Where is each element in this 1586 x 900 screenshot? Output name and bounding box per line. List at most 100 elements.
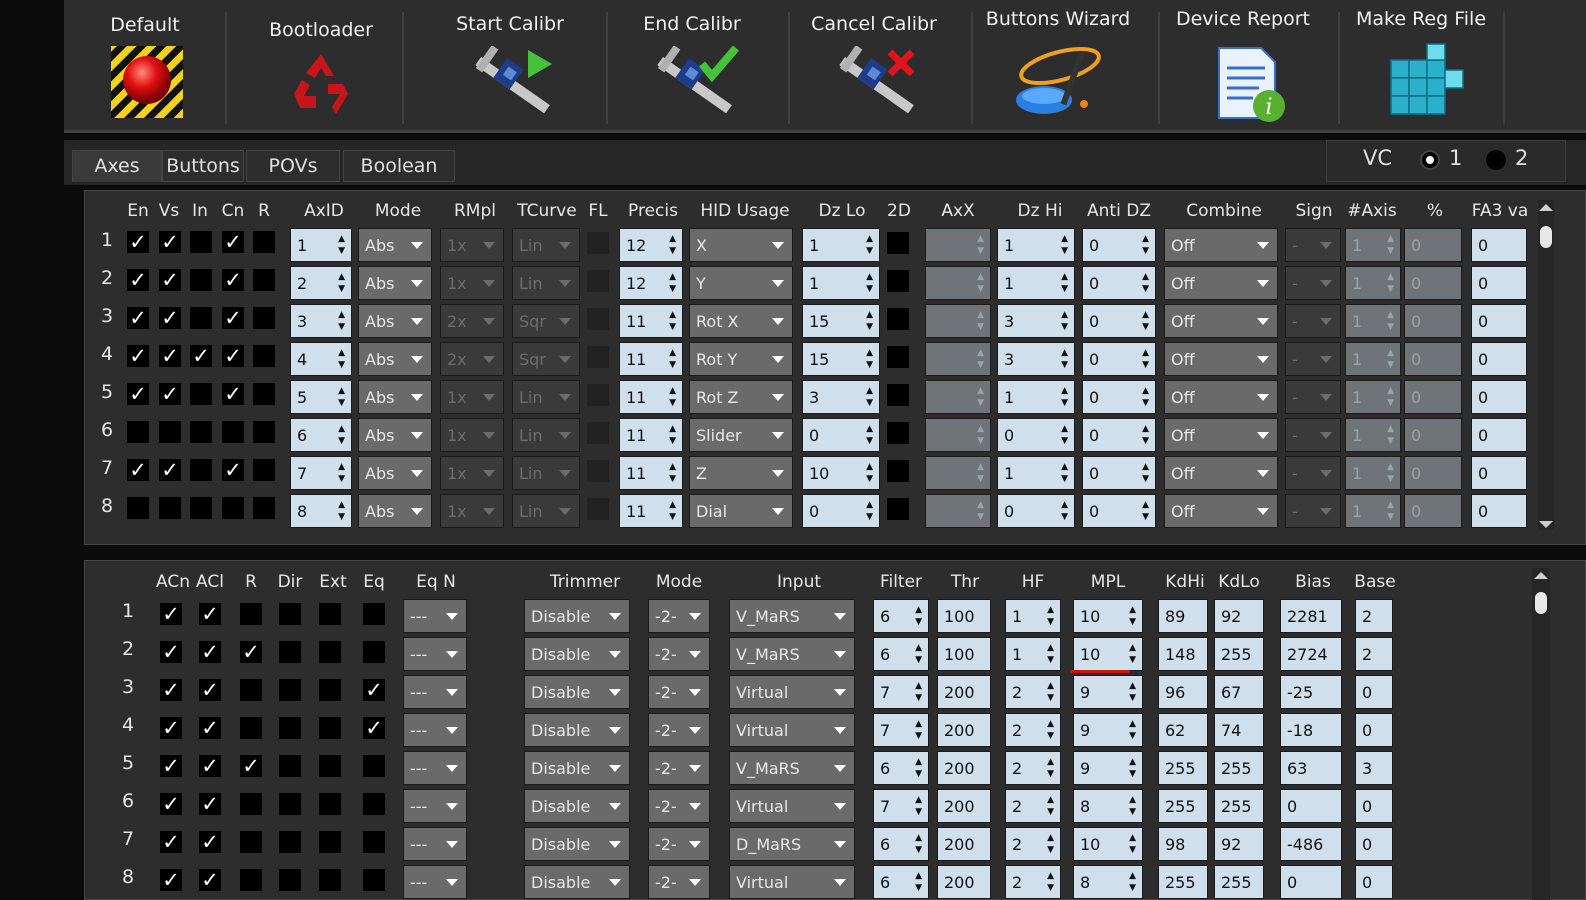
axis-rmpl-combo[interactable]: 1x <box>440 228 504 262</box>
source-ext-checkbox[interactable] <box>319 755 341 777</box>
axis-axx-spinner[interactable]: ▲ ▼ <box>925 456 991 490</box>
axis-axx-spinner[interactable]: ▲ ▼ <box>925 494 991 528</box>
axis-dz-lo-spinner[interactable]: 3 ▲ ▼ <box>802 380 880 414</box>
source-trimmer-combo[interactable]: Disable <box>524 637 630 671</box>
axis-combine-combo[interactable]: Off <box>1164 304 1278 338</box>
axis-hid-usage-combo[interactable]: Dial <box>689 494 793 528</box>
spin-arrows-icon[interactable]: ▲ ▼ <box>1142 309 1149 333</box>
axis-enable-checkbox[interactable]: ✓ <box>127 383 149 405</box>
source-mpl-spinner[interactable]: 10 ▲ ▼ <box>1073 599 1143 633</box>
spin-arrows-icon[interactable]: ▲ ▼ <box>669 347 676 371</box>
source-r-checkbox[interactable] <box>240 831 262 853</box>
spin-arrows-icon[interactable]: ▲ ▼ <box>338 461 345 485</box>
axis-fa3-field[interactable]: 0 <box>1471 228 1527 262</box>
source-mpl-spinner[interactable]: 8 ▲ ▼ <box>1073 789 1143 823</box>
source-kdhi-field[interactable]: 62 <box>1158 713 1208 747</box>
axis-id-spinner[interactable]: 8 ▲ ▼ <box>290 494 352 528</box>
spin-arrows-icon[interactable]: ▲ ▼ <box>1061 461 1068 485</box>
source-trimmer-combo[interactable]: Disable <box>524 599 630 633</box>
axis-2d-checkbox[interactable] <box>887 270 909 292</box>
source-dir-checkbox[interactable] <box>279 755 301 777</box>
axis-percent-field[interactable]: 0 <box>1404 456 1462 490</box>
axis-fa3-field[interactable]: 0 <box>1471 380 1527 414</box>
source-base-field[interactable]: 0 <box>1355 713 1393 747</box>
axis-precis-spinner[interactable]: 11 ▲ ▼ <box>619 456 683 490</box>
axis-vs-checkbox[interactable]: ✓ <box>159 459 181 481</box>
source-hf-spinner[interactable]: 2 ▲ ▼ <box>1005 675 1061 709</box>
source-mode-combo[interactable]: -2- <box>648 865 710 899</box>
source-acn-checkbox[interactable]: ✓ <box>160 603 182 625</box>
axis-id-spinner[interactable]: 6 ▲ ▼ <box>290 418 352 452</box>
source-filter-spinner[interactable]: 6 ▲ ▼ <box>873 599 929 633</box>
axis-center-checkbox[interactable]: ✓ <box>222 383 244 405</box>
axis-fa3-field[interactable]: 0 <box>1471 342 1527 376</box>
axis-fa3-field[interactable]: 0 <box>1471 494 1527 528</box>
axis-count-spinner[interactable]: 1 ▲ ▼ <box>1345 456 1401 490</box>
source-thr-field[interactable]: 200 <box>937 865 991 899</box>
source-filter-spinner[interactable]: 6 ▲ ▼ <box>873 637 929 671</box>
spin-arrows-icon[interactable]: ▲ ▼ <box>1142 233 1149 257</box>
axis-sign-combo[interactable]: - <box>1285 494 1341 528</box>
axis-center-checkbox[interactable]: ✓ <box>222 269 244 291</box>
axis-count-spinner[interactable]: 1 ▲ ▼ <box>1345 304 1401 338</box>
axis-sign-combo[interactable]: - <box>1285 228 1341 262</box>
spin-arrows-icon[interactable]: ▲ ▼ <box>338 423 345 447</box>
source-mode-combo[interactable]: -2- <box>648 675 710 709</box>
spin-arrows-icon[interactable]: ▲ ▼ <box>1047 832 1054 856</box>
axis-invert-checkbox[interactable] <box>190 383 212 405</box>
spin-arrows-icon[interactable]: ▲ ▼ <box>1387 385 1394 409</box>
source-trimmer-combo[interactable]: Disable <box>524 751 630 785</box>
axis-id-spinner[interactable]: 1 ▲ ▼ <box>290 228 352 262</box>
source-eq-checkbox[interactable] <box>363 831 385 853</box>
source-input-combo[interactable]: Virtual <box>729 675 855 709</box>
spin-arrows-icon[interactable]: ▲ ▼ <box>866 461 873 485</box>
spin-arrows-icon[interactable]: ▲ ▼ <box>1061 233 1068 257</box>
spin-arrows-icon[interactable]: ▲ ▼ <box>915 756 922 780</box>
axis-vs-checkbox[interactable]: ✓ <box>159 307 181 329</box>
axis-fl-checkbox[interactable] <box>587 422 609 444</box>
axis-vs-checkbox[interactable] <box>159 497 181 519</box>
source-r-checkbox[interactable] <box>240 869 262 891</box>
axis-precis-spinner[interactable]: 11 ▲ ▼ <box>619 304 683 338</box>
source-filter-spinner[interactable]: 7 ▲ ▼ <box>873 789 929 823</box>
axis-anti-dz-spinner[interactable]: 0 ▲ ▼ <box>1082 342 1156 376</box>
spin-arrows-icon[interactable]: ▲ ▼ <box>1047 870 1054 894</box>
axis-id-spinner[interactable]: 5 ▲ ▼ <box>290 380 352 414</box>
axis-tcurve-combo[interactable]: Lin <box>512 418 580 452</box>
spin-arrows-icon[interactable]: ▲ ▼ <box>977 233 984 257</box>
source-thr-field[interactable]: 100 <box>937 599 991 633</box>
spin-arrows-icon[interactable]: ▲ ▼ <box>1142 461 1149 485</box>
axis-precis-spinner[interactable]: 11 ▲ ▼ <box>619 494 683 528</box>
axis-enable-checkbox[interactable]: ✓ <box>127 269 149 291</box>
axis-invert-checkbox[interactable] <box>190 497 212 519</box>
spin-arrows-icon[interactable]: ▲ ▼ <box>338 499 345 523</box>
source-mpl-spinner[interactable]: 8 ▲ ▼ <box>1073 865 1143 899</box>
spin-arrows-icon[interactable]: ▲ ▼ <box>338 233 345 257</box>
source-mode-combo[interactable]: -2- <box>648 751 710 785</box>
source-kdlo-field[interactable]: 255 <box>1214 637 1264 671</box>
axis-dz-hi-spinner[interactable]: 0 ▲ ▼ <box>997 494 1075 528</box>
axis-fl-checkbox[interactable] <box>587 308 609 330</box>
axis-anti-dz-spinner[interactable]: 0 ▲ ▼ <box>1082 494 1156 528</box>
axis-hid-usage-combo[interactable]: X <box>689 228 793 262</box>
source-base-field[interactable]: 0 <box>1355 827 1393 861</box>
spin-arrows-icon[interactable]: ▲ ▼ <box>866 271 873 295</box>
axis-center-checkbox[interactable]: ✓ <box>222 231 244 253</box>
make-reg-file-button[interactable]: Make Reg File <box>1341 0 1501 130</box>
spin-arrows-icon[interactable]: ▲ ▼ <box>669 271 676 295</box>
spin-arrows-icon[interactable]: ▲ ▼ <box>866 309 873 333</box>
spin-arrows-icon[interactable]: ▲ ▼ <box>1129 718 1136 742</box>
axis-r-checkbox[interactable] <box>253 421 275 443</box>
axis-dz-lo-spinner[interactable]: 15 ▲ ▼ <box>802 304 880 338</box>
source-acn-checkbox[interactable]: ✓ <box>160 793 182 815</box>
source-trimmer-combo[interactable]: Disable <box>524 713 630 747</box>
axis-enable-checkbox[interactable]: ✓ <box>127 231 149 253</box>
spin-arrows-icon[interactable]: ▲ ▼ <box>338 385 345 409</box>
tab-axes[interactable]: Axes <box>72 150 162 182</box>
axis-dz-lo-spinner[interactable]: 15 ▲ ▼ <box>802 342 880 376</box>
axis-vs-checkbox[interactable]: ✓ <box>159 231 181 253</box>
source-mode-combo[interactable]: -2- <box>648 599 710 633</box>
spin-arrows-icon[interactable]: ▲ ▼ <box>977 347 984 371</box>
axis-count-spinner[interactable]: 1 ▲ ▼ <box>1345 342 1401 376</box>
axis-rmpl-combo[interactable]: 2x <box>440 342 504 376</box>
